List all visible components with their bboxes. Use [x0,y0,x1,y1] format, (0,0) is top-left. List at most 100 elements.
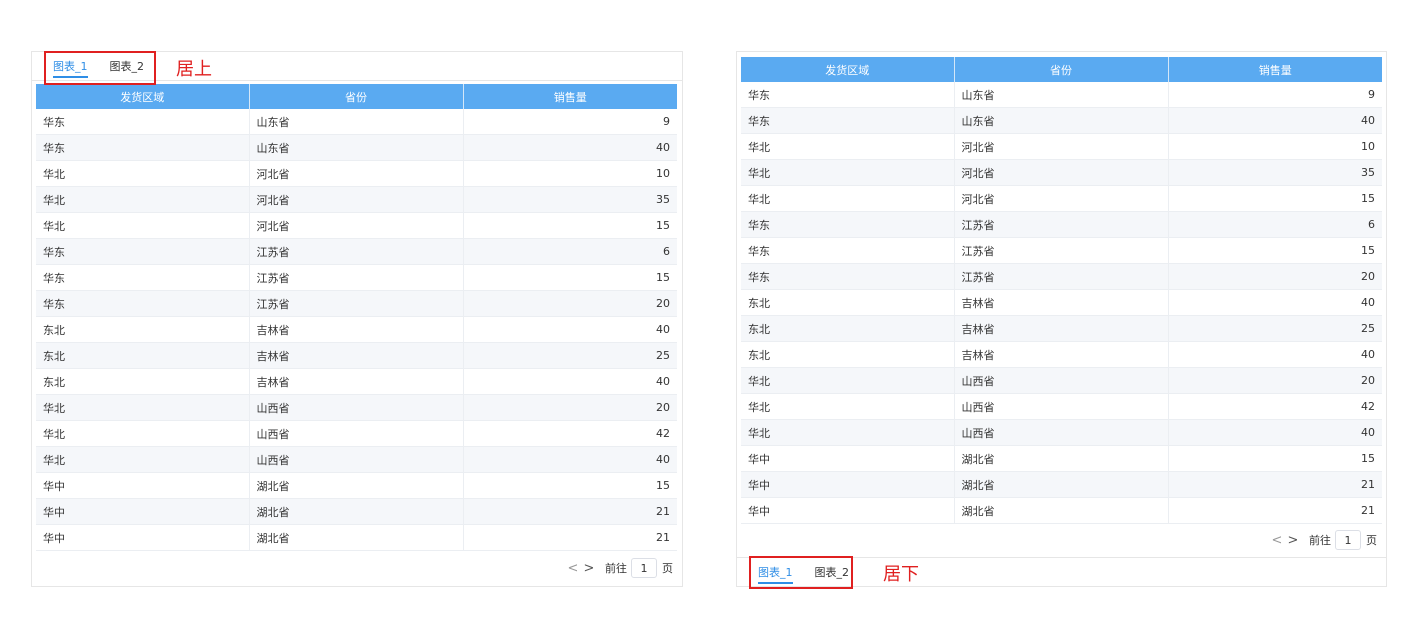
cell-region: 华东 [36,109,250,135]
prev-page-icon[interactable]: < [1269,533,1285,548]
table-row[interactable]: 华中 湖北省 21 [36,498,677,525]
data-table: 发货区域 省份 销售量 华东 山东省 9 华东 山东省 40 华北 河北省 10 华北 河北省 35 华… [36,84,677,551]
cell-sales: 20 [1168,367,1382,394]
table-row[interactable]: 东北 吉林省 40 [36,368,677,395]
cell-sales: 21 [1168,497,1382,524]
next-page-icon[interactable]: > [1285,533,1301,548]
table-header-row: 发货区域 省份 销售量 [36,84,677,109]
cell-province: 湖北省 [249,472,464,499]
highlight-box-bottom [749,556,853,589]
column-header-region[interactable]: 发货区域 [36,84,250,109]
table-widget-tabs-bottom: 发货区域 省份 销售量 华东 山东省 9 华东 山东省 40 华北 河北省 10 华北 河北省 35 华… [736,51,1387,587]
page-unit-label: 页 [1366,534,1377,547]
table-row[interactable]: 华东 山东省 9 [741,82,1382,108]
cell-sales: 15 [1168,237,1382,264]
cell-region: 华北 [36,446,250,473]
table-row[interactable]: 东北 吉林省 40 [741,341,1382,368]
table-row[interactable]: 华东 江苏省 20 [36,290,677,317]
cell-region: 华东 [36,264,250,291]
table-row[interactable]: 华中 湖北省 15 [36,472,677,499]
table-row[interactable]: 华北 山西省 20 [36,394,677,421]
column-header-sales[interactable]: 销售量 [1168,57,1382,82]
table-row[interactable]: 华东 江苏省 20 [741,263,1382,290]
table-row[interactable]: 华北 山西省 40 [36,446,677,473]
cell-sales: 15 [463,472,677,499]
cell-province: 吉林省 [954,341,1169,368]
table-row[interactable]: 华东 江苏省 6 [36,238,677,265]
table-row[interactable]: 东北 吉林省 40 [36,316,677,343]
prev-page-icon[interactable]: < [565,561,581,576]
cell-region: 华北 [741,393,955,420]
table-row[interactable]: 华北 河北省 10 [741,133,1382,160]
cell-province: 河北省 [249,212,464,239]
table-row[interactable]: 东北 吉林省 25 [741,315,1382,342]
table-row[interactable]: 华中 湖北省 21 [36,524,677,551]
table-row[interactable]: 华北 河北省 15 [741,185,1382,212]
table-row[interactable]: 华中 湖北省 21 [741,471,1382,498]
cell-province: 江苏省 [954,263,1169,290]
cell-region: 华东 [36,134,250,161]
cell-region: 华中 [36,524,250,551]
column-header-province[interactable]: 省份 [954,57,1169,82]
column-header-region[interactable]: 发货区域 [741,57,955,82]
table-row[interactable]: 华北 河北省 10 [36,160,677,187]
table-row[interactable]: 华中 湖北省 21 [741,497,1382,524]
table-row[interactable]: 华东 江苏省 15 [36,264,677,291]
cell-province: 河北省 [249,160,464,187]
cell-region: 华北 [741,185,955,212]
cell-province: 江苏省 [954,211,1169,238]
column-header-sales[interactable]: 销售量 [463,84,677,109]
cell-region: 华东 [741,237,955,264]
data-table: 发货区域 省份 销售量 华东 山东省 9 华东 山东省 40 华北 河北省 10 华北 河北省 35 华… [741,57,1382,524]
cell-province: 河北省 [954,159,1169,186]
cell-province: 湖北省 [249,498,464,525]
table-row[interactable]: 东北 吉林省 40 [741,289,1382,316]
cell-sales: 10 [463,160,677,187]
page-number-input[interactable] [631,558,657,578]
cell-sales: 10 [1168,133,1382,160]
cell-sales: 21 [1168,471,1382,498]
table-row[interactable]: 华北 河北省 35 [36,186,677,213]
cell-region: 华北 [741,419,955,446]
table-row[interactable]: 华中 湖北省 15 [741,445,1382,472]
table-row[interactable]: 华东 山东省 40 [741,107,1382,134]
pagination: < > 前往 页 [1269,530,1377,550]
cell-region: 华北 [36,186,250,213]
table-row[interactable]: 东北 吉林省 25 [36,342,677,369]
cell-region: 东北 [741,341,955,368]
table-row[interactable]: 华北 河北省 15 [36,212,677,239]
cell-sales: 21 [463,524,677,551]
table-row[interactable]: 华北 山西省 40 [741,419,1382,446]
table-row[interactable]: 华北 河北省 35 [741,159,1382,186]
table-row[interactable]: 华东 江苏省 6 [741,211,1382,238]
cell-region: 东北 [36,368,250,395]
cell-region: 华中 [36,472,250,499]
cell-sales: 21 [463,498,677,525]
page-number-input[interactable] [1335,530,1361,550]
cell-province: 山东省 [249,109,464,135]
cell-province: 江苏省 [249,238,464,265]
column-header-province[interactable]: 省份 [249,84,464,109]
table-row[interactable]: 华东 山东省 40 [36,134,677,161]
cell-province: 河北省 [954,133,1169,160]
cell-sales: 35 [463,186,677,213]
cell-province: 湖北省 [249,524,464,551]
cell-sales: 40 [1168,107,1382,134]
page-unit-label: 页 [662,562,673,575]
table-row[interactable]: 华东 江苏省 15 [741,237,1382,264]
cell-province: 河北省 [954,185,1169,212]
cell-sales: 6 [463,238,677,265]
cell-region: 东北 [36,342,250,369]
table-row[interactable]: 华北 山西省 42 [741,393,1382,420]
table-widget-tabs-top: 图表_1 图表_2 发货区域 省份 销售量 华东 山东省 9 华东 山东省 40 华北 河北省… [31,51,683,587]
table-row[interactable]: 华东 山东省 9 [36,109,677,135]
table-body: 华东 山东省 9 华东 山东省 40 华北 河北省 10 华北 河北省 35 华北 河北省 15 华东 江苏省 6… [741,82,1382,524]
cell-region: 华北 [36,394,250,421]
table-row[interactable]: 华北 山西省 42 [36,420,677,447]
table-row[interactable]: 华北 山西省 20 [741,367,1382,394]
cell-province: 山西省 [249,446,464,473]
cell-region: 华东 [36,290,250,317]
next-page-icon[interactable]: > [581,561,597,576]
cell-sales: 15 [1168,445,1382,472]
cell-sales: 9 [1168,82,1382,108]
